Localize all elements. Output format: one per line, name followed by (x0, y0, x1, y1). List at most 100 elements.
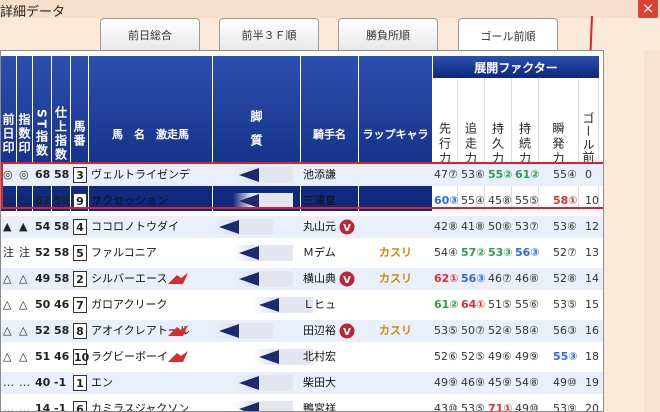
factor-value: 64① (461, 298, 486, 311)
close-button[interactable]: × (638, 0, 658, 18)
zenjitsu-mark: △ (3, 298, 12, 311)
jockey-name[interactable]: 丸山元 (303, 216, 343, 238)
jockey-name[interactable]: 北村宏 (303, 346, 343, 368)
title-bar: 詳細データ × (0, 0, 660, 20)
jockey-name[interactable]: 田辺裕 (303, 320, 343, 342)
factor-value: 19 (585, 376, 599, 389)
factor-value: 62① (434, 272, 459, 285)
factor-value: 56③ (553, 324, 577, 337)
jockey-name[interactable]: 鴨宮祥 (303, 398, 343, 411)
kyakushitsu-triangle-icon (239, 246, 259, 260)
kyakushitsu-triangle-icon (219, 220, 239, 234)
v-badge-icon: V (339, 271, 355, 287)
jockey-name[interactable]: 横山典 (303, 268, 343, 290)
umaban: 2 (73, 271, 87, 287)
table-row[interactable]: △ △ 50 46 7 ガロアクリーク Ｌヒュ 61② 64① 51⑤ 55⑥ 53⑤ 15 (1, 294, 603, 316)
factor-value: 55③ (553, 350, 578, 363)
factor-value: 60③ (434, 194, 459, 207)
lap-chara: カスリ (379, 246, 412, 259)
st-value: 62 (35, 194, 51, 207)
window-title: 詳細データ (0, 5, 66, 20)
kyakushitsu-triangle-icon (259, 298, 279, 312)
tab-zenjitsu[interactable]: 前日総合 (100, 18, 200, 50)
horse-name[interactable]: ガロアクリーク (91, 294, 211, 316)
jockey-name[interactable]: 三浦皇 (303, 190, 343, 212)
factor-value: 47⑦ (434, 168, 458, 181)
table-row[interactable]: 注注 52 58 5 ファルコニア Ｍデム カスリ 54④ 57② 53③ 56③ 52⑦ 13 (1, 242, 603, 264)
header-kyakushitsu: 脚質 (213, 56, 301, 211)
horse-name[interactable]: サクセッション (91, 190, 211, 212)
zenjitsu-mark: △ (3, 350, 12, 363)
umaban: 5 (73, 245, 87, 261)
table-row[interactable]: ○ ○ 62 58 9 サクセッション 三浦皇 60③ 55④ 45⑧ 55⑤ 58① 10 (1, 190, 603, 212)
horse-name[interactable]: ココロノトウダイ (91, 216, 211, 238)
table-row[interactable]: △ △ 51 46 10 ラグビーボーイ 北村宏 52⑥ 52⑤ 49⑥ 49⑨ 55③ 18 (1, 346, 603, 368)
jockey-name[interactable]: 柴田大 (303, 372, 343, 394)
horse-name[interactable]: ラグビーボーイ (91, 346, 211, 368)
factor-value: 50⑦ (461, 324, 485, 337)
red-flag-icon (168, 325, 188, 336)
jockey-name[interactable]: Ｍデム (303, 242, 343, 264)
horse-name[interactable]: シルバーエース (91, 268, 211, 290)
factor-value: 10 (585, 194, 599, 207)
shiage-value: 58 (54, 272, 70, 285)
factor-value: 13 (585, 246, 599, 259)
shisu-mark: … (19, 376, 30, 389)
lap-chara (379, 372, 423, 394)
zenjitsu-mark: △ (3, 324, 12, 337)
factor-value: 41⑧ (461, 220, 485, 233)
shiage-value: -1 (54, 376, 67, 389)
table-row[interactable]: … … 40 -1 1 エン 柴田大 49⑨ 46⑨ 45⑨ 54⑧ 49⑩ 19 (1, 372, 603, 394)
lap-chara (379, 164, 423, 186)
table-row[interactable]: ▲ ▲ 54 58 4 ココロノトウダイ 丸山元 V 42⑧ 41⑧ 50⑥ 53⑦ 53⑥ 12 (1, 216, 603, 238)
shisu-mark: ▲ (19, 220, 28, 233)
kyakushitsu-triangle-icon (239, 272, 259, 286)
shisu-mark: 注 (19, 246, 30, 259)
horse-name[interactable]: エン (91, 372, 211, 394)
factor-value: 49⑨ (515, 350, 539, 363)
kyakushitsu-triangle-icon (259, 350, 279, 364)
factor-value: 46⑨ (461, 376, 485, 389)
table-row[interactable]: ◎ ◎ 68 58 3 ヴェルトライゼンデ 池添謙 47⑦ 53⑥ 55② 61② 55④ 0 (1, 164, 603, 186)
kyakushitsu-triangle-icon (239, 402, 259, 411)
scrollbar[interactable] (644, 50, 660, 412)
horse-name[interactable]: カミラスジャクソン (91, 398, 211, 411)
factor-value: 61② (515, 168, 540, 181)
svg-text:V: V (343, 223, 351, 234)
lap-chara: カスリ (379, 324, 412, 337)
tab-shobu[interactable]: 勝負所順 (338, 18, 438, 50)
shisu-mark: △ (19, 350, 28, 363)
jockey-name[interactable]: Ｌヒュ (303, 294, 343, 316)
horse-name[interactable]: ファルコニア (91, 242, 211, 264)
table-row[interactable]: △ △ 49 58 2 シルバーエース 横山典 V カスリ 62① 56③ 46⑦ 46⑧ 52⑧ 14 (1, 268, 603, 290)
horse-name[interactable]: ヴェルトライゼンデ (91, 164, 211, 186)
zenjitsu-mark: ◎ (3, 168, 13, 181)
tab-zenhan[interactable]: 前半３Ｆ順 (219, 18, 319, 50)
jockey-name[interactable]: 池添謙 (303, 164, 343, 186)
shisu-mark: … (19, 402, 30, 412)
header-shiage: 仕上指数 (52, 56, 71, 211)
kyakushitsu-triangle-icon (239, 376, 259, 390)
table-row[interactable]: △ △ 52 58 8 アオイクレアトール 田辺裕 V カスリ 53⑤ 50⑦ 52④ 58④ 56③ 16 (1, 320, 603, 342)
umaban: 7 (73, 297, 87, 313)
factor-value: 55⑤ (515, 194, 539, 207)
st-value: 54 (35, 220, 51, 233)
tab-goal[interactable]: ゴール前順 (458, 18, 558, 52)
factor-value: 45⑨ (488, 376, 512, 389)
factor-value: 12 (585, 220, 599, 233)
horse-name[interactable]: アオイクレアトール (91, 320, 211, 342)
factor-value: 57② (461, 246, 486, 259)
red-flag-icon (168, 273, 188, 284)
shiage-value: 58 (54, 194, 70, 207)
st-value: 49 (35, 272, 51, 285)
umaban: 4 (73, 219, 87, 235)
umaban: 8 (73, 323, 87, 339)
factor-value: 50⑥ (488, 220, 512, 233)
factor-value: 55② (488, 168, 513, 181)
factor-value: 16 (585, 324, 599, 337)
table-row[interactable]: … … 14 -1 6 カミラスジャクソン 鴨宮祥 43⑩ 53⑤ 71① 49⑩ 53⑨ 20 (1, 398, 603, 412)
factor-value: 61② (434, 298, 459, 311)
factor-value: 52⑧ (553, 272, 577, 285)
umaban: 6 (73, 401, 87, 411)
zenjitsu-mark: ○ (3, 194, 13, 207)
